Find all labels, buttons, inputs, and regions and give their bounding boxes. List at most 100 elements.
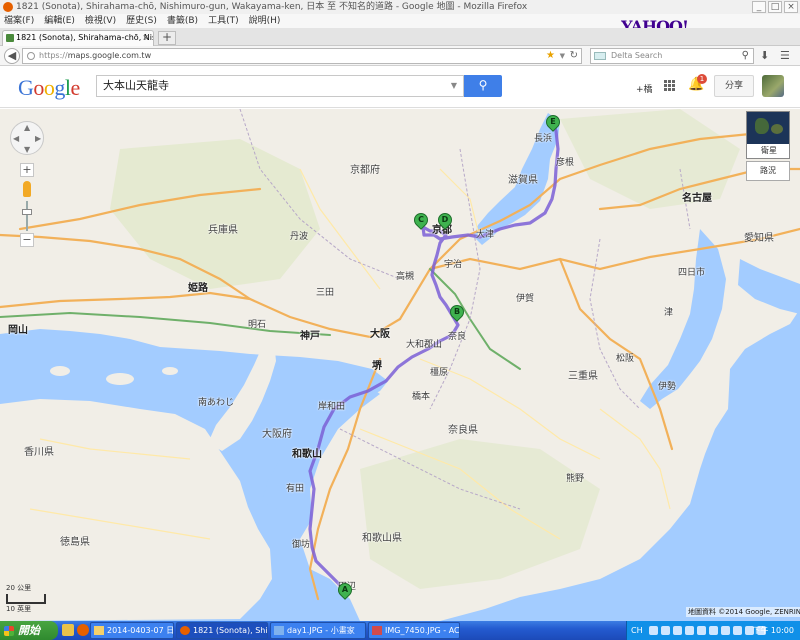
zoom-in-button[interactable]: + — [20, 163, 34, 177]
taskbar-item-paint[interactable]: day1.JPG - 小畫家 — [270, 622, 366, 639]
reload-icon[interactable]: ↻ — [570, 49, 578, 63]
input-language-indicator[interactable]: CH — [631, 626, 643, 635]
maps-favicon-icon — [6, 34, 14, 42]
taskbar-item-folder[interactable]: 2014-0403-07 日本... — [90, 622, 174, 639]
map-base-layer — [0, 109, 800, 621]
window-title: 1821 (Sonota), Shirahama-chō, Nishimuro-… — [16, 2, 528, 12]
map-attribution[interactable]: 地圖資料 ©2014 Google, ZENRIN - — [686, 607, 800, 617]
google-plus-name-link[interactable]: +橋 — [636, 82, 653, 95]
tab-label: 1821 (Sonota), Shirahama-chō, Nishimuro-… — [16, 33, 153, 42]
image-viewer-icon — [372, 626, 382, 635]
menu-edit[interactable]: 編輯(E) — [44, 14, 75, 28]
scale-bar — [6, 594, 46, 604]
traffic-layer-button[interactable]: 路況 — [746, 161, 790, 181]
menu-icon[interactable]: ☰ — [780, 49, 790, 62]
avatar[interactable] — [762, 75, 784, 97]
download-icon[interactable]: ⬇ — [760, 49, 769, 62]
menu-help[interactable]: 說明(H) — [249, 14, 281, 28]
web-search-placeholder: Delta Search — [611, 51, 663, 60]
folder-icon — [94, 626, 104, 635]
maps-search-input[interactable]: 大本山天龍寺 ▼ — [96, 75, 464, 97]
label-nara-city: 奈良 — [448, 332, 467, 342]
minimize-button[interactable]: _ — [752, 1, 766, 13]
tray-icon[interactable] — [661, 626, 670, 635]
zoom-out-button[interactable]: − — [20, 233, 34, 247]
tray-icon[interactable] — [733, 626, 742, 635]
menu-file[interactable]: 檔案(F) — [4, 14, 34, 28]
menu-history[interactable]: 歷史(S) — [126, 14, 157, 28]
satellite-layer-button[interactable]: 衛星 — [746, 111, 790, 159]
taskbar-item-firefox[interactable]: 1821 (Sonota), Shira... — [176, 622, 268, 639]
maps-search-button[interactable]: ⚲ — [464, 75, 502, 97]
search-engine-icon[interactable] — [594, 52, 606, 60]
share-button[interactable]: 分享 — [714, 75, 754, 97]
label-nara-pref: 奈良県 — [448, 425, 478, 436]
windows-taskbar: 開始 2014-0403-07 日本... 1821 (Sonota), Shi… — [0, 621, 800, 640]
clock[interactable]: 下午 10:00 — [752, 621, 794, 640]
map-scale: 20 公里 10 英里 — [6, 583, 76, 614]
menu-view[interactable]: 檢視(V) — [85, 14, 116, 28]
label-matsusaka: 松阪 — [616, 354, 635, 364]
search-icon[interactable]: ⚲ — [742, 49, 749, 63]
label-tamba: 丹波 — [290, 232, 309, 242]
paint-icon — [274, 626, 284, 635]
url-bar[interactable]: https://maps.google.com.tw ★ ▼ ↻ — [22, 48, 582, 64]
zoom-slider-track[interactable] — [26, 201, 28, 231]
label-gobo: 御坊 — [292, 540, 311, 550]
tray-icon[interactable] — [685, 626, 694, 635]
label-wakayama-pref: 和歌山県 — [362, 533, 402, 544]
tray-icon[interactable] — [673, 626, 682, 635]
tray-icon[interactable] — [649, 626, 658, 635]
label-tokushima-pref: 徳島県 — [60, 537, 90, 548]
tray-icon[interactable] — [709, 626, 718, 635]
satellite-label: 衛星 — [747, 144, 789, 158]
menu-tools[interactable]: 工具(T) — [208, 14, 239, 28]
maps-search-query: 大本山天龍寺 — [103, 79, 169, 92]
zoom-slider-handle[interactable] — [22, 209, 32, 215]
pan-control[interactable]: ▲ ▼ ◀ ▶ — [10, 121, 44, 155]
window-title-bar: 1821 (Sonota), Shirahama-chō, Nishimuro-… — [0, 0, 800, 14]
pegman-icon[interactable] — [23, 181, 31, 197]
firefox-launch-icon[interactable] — [77, 624, 89, 636]
google-logo[interactable]: Google — [18, 75, 80, 101]
label-nagahama: 長浜 — [534, 134, 553, 144]
pan-right-icon[interactable]: ▶ — [35, 134, 41, 143]
back-button[interactable]: ◀ — [4, 48, 20, 64]
label-arida: 有田 — [286, 484, 305, 494]
map-canvas[interactable]: 京都府 兵庫県 滋賀県 大阪府 奈良県 三重県 和歌山県 徳島県 香川県 愛知県… — [0, 109, 800, 621]
start-button[interactable]: 開始 — [0, 621, 58, 640]
tray-icon[interactable] — [697, 626, 706, 635]
label-shiga-pref: 滋賀県 — [508, 175, 538, 186]
label-awaji: 南あわじ — [198, 398, 235, 408]
menu-bookmarks[interactable]: 書籤(B) — [167, 14, 198, 28]
label-osaka: 大阪 — [370, 329, 390, 340]
tab-google-maps[interactable]: 1821 (Sonota), Shirahama-chō, Nishimuro-… — [2, 30, 154, 46]
globe-icon — [27, 52, 35, 60]
apps-grid-icon[interactable] — [664, 80, 675, 91]
pan-left-icon[interactable]: ◀ — [13, 134, 19, 143]
label-nagoya: 名古屋 — [682, 193, 712, 204]
new-tab-button[interactable]: + — [158, 31, 176, 45]
web-search-input[interactable]: Delta Search ⚲ — [590, 48, 754, 64]
notifications-count-badge: 1 — [697, 74, 707, 84]
pan-down-icon[interactable]: ▼ — [24, 145, 30, 154]
tray-icon[interactable] — [721, 626, 730, 635]
google-maps-header: Google 大本山天龍寺 ▼ ⚲ +橋 🔔 1 分享 — [0, 66, 800, 108]
maximize-button[interactable]: □ — [768, 1, 782, 13]
label-mie-pref: 三重県 — [568, 371, 598, 382]
label-wakayama-city: 和歌山 — [292, 449, 322, 460]
label-akashi: 明石 — [248, 320, 267, 330]
url-prefix: https:// — [39, 51, 68, 60]
search-dropdown-icon[interactable]: ▼ — [451, 76, 457, 96]
label-aichi-pref: 愛知県 — [744, 233, 774, 244]
quick-launch — [62, 624, 89, 636]
tab-close-icon[interactable]: × — [142, 31, 149, 45]
bookmark-star-icon[interactable]: ★ — [546, 49, 555, 63]
close-window-button[interactable]: × — [784, 1, 798, 13]
url-host: maps.google.com.tw — [67, 51, 152, 60]
folder-icon[interactable] — [62, 624, 74, 636]
pan-up-icon[interactable]: ▲ — [24, 123, 30, 132]
url-dropdown-icon[interactable]: ▼ — [560, 49, 565, 63]
label-kashihara: 橿原 — [430, 368, 449, 378]
taskbar-item-acdsee[interactable]: IMG_7450.JPG - ACD... — [368, 622, 460, 639]
